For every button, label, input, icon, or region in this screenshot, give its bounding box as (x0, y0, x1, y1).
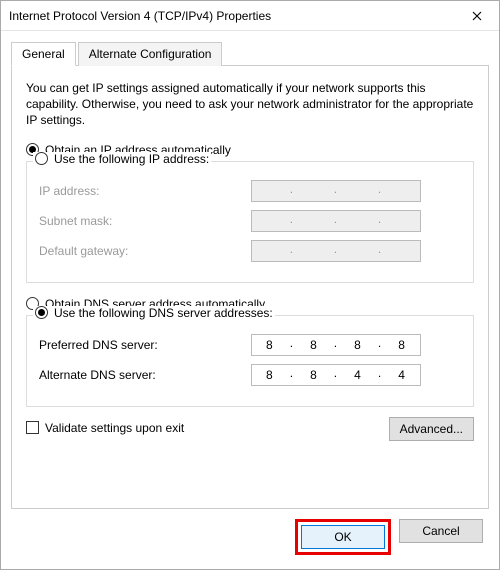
gateway-row: Default gateway: ... (39, 240, 461, 262)
alternate-dns-label: Alternate DNS server: (39, 368, 251, 382)
dialog-footer: OK Cancel (1, 519, 499, 569)
dns-manual-option[interactable]: Use the following DNS server addresses: (33, 306, 275, 320)
ip-address-label: IP address: (39, 184, 251, 198)
ip-manual-label: Use the following IP address: (54, 152, 209, 166)
radio-icon (35, 152, 48, 165)
radio-icon (35, 306, 48, 319)
window-title: Internet Protocol Version 4 (TCP/IPv4) P… (9, 9, 454, 23)
preferred-dns-label: Preferred DNS server: (39, 338, 251, 352)
subnet-input: ... (251, 210, 421, 232)
checkbox-icon (26, 421, 39, 434)
general-panel: You can get IP settings assigned automat… (11, 66, 489, 509)
tab-strip: General Alternate Configuration (11, 41, 489, 66)
alternate-dns-row: Alternate DNS server: 8. 8. 4. 4 (39, 364, 461, 386)
subnet-row: Subnet mask: ... (39, 210, 461, 232)
ip-manual-group: Use the following IP address: IP address… (26, 161, 474, 283)
gateway-label: Default gateway: (39, 244, 251, 258)
dialog-window: Internet Protocol Version 4 (TCP/IPv4) P… (0, 0, 500, 570)
ip-manual-option[interactable]: Use the following IP address: (33, 152, 211, 166)
ip-address-row: IP address: ... (39, 180, 461, 202)
tab-general[interactable]: General (11, 42, 76, 66)
close-icon (472, 11, 482, 21)
cancel-button[interactable]: Cancel (399, 519, 483, 543)
preferred-dns-row: Preferred DNS server: 8. 8. 8. 8 (39, 334, 461, 356)
alternate-dns-input[interactable]: 8. 8. 4. 4 (251, 364, 421, 386)
close-button[interactable] (454, 1, 499, 31)
titlebar: Internet Protocol Version 4 (TCP/IPv4) P… (1, 1, 499, 31)
ok-highlight: OK (295, 519, 391, 555)
dns-manual-label: Use the following DNS server addresses: (54, 306, 273, 320)
tab-alternate-config[interactable]: Alternate Configuration (78, 42, 223, 66)
advanced-button[interactable]: Advanced... (389, 417, 474, 441)
gateway-input: ... (251, 240, 421, 262)
dns-manual-group: Use the following DNS server addresses: … (26, 315, 474, 407)
ip-address-input: ... (251, 180, 421, 202)
ok-button[interactable]: OK (301, 525, 385, 549)
validate-label: Validate settings upon exit (45, 421, 184, 435)
subnet-label: Subnet mask: (39, 214, 251, 228)
intro-text: You can get IP settings assigned automat… (26, 80, 474, 129)
preferred-dns-input[interactable]: 8. 8. 8. 8 (251, 334, 421, 356)
